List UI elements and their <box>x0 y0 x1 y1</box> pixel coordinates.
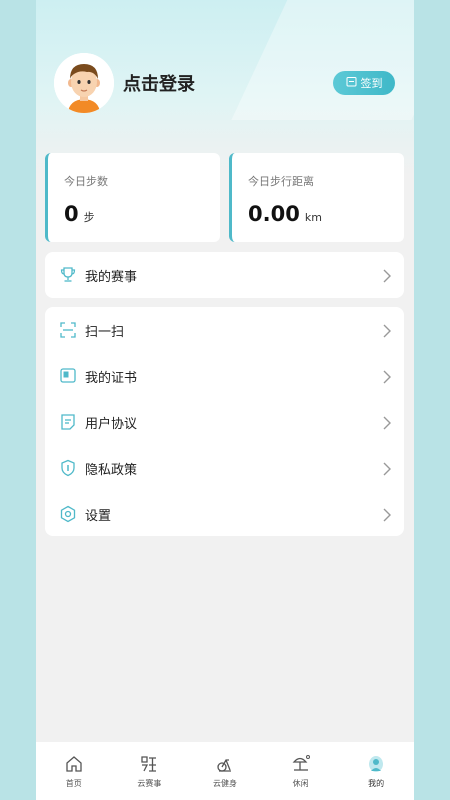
steps-label: 今日步数 <box>64 175 108 188</box>
bottom-tab-bar: 首页 云赛事 云健身 休闲 我的 <box>36 742 414 800</box>
tab-home[interactable]: 首页 <box>36 742 112 800</box>
settings-label: 设置 <box>85 508 112 524</box>
steps-value: 0 <box>64 202 79 226</box>
certificate-label: 我的证书 <box>85 370 138 386</box>
chevron-right-icon <box>382 507 392 522</box>
tab-leisure-label: 休闲 <box>292 779 309 788</box>
steps-card: 今日步数 0 步 <box>45 153 220 242</box>
menu-item-scan[interactable]: 扫一扫 <box>45 307 404 353</box>
profile-icon <box>365 753 387 775</box>
signin-button[interactable]: 签到 <box>333 71 395 95</box>
menu-item-races[interactable]: 我的赛事 <box>45 252 404 298</box>
trophy-icon <box>59 266 77 284</box>
login-link[interactable]: 点击登录 <box>123 70 195 96</box>
scan-icon <box>59 321 77 339</box>
steps-unit: 步 <box>83 211 95 224</box>
distance-unit: km <box>304 211 322 224</box>
bike-icon <box>214 753 236 775</box>
gear-icon <box>59 505 77 523</box>
distance-label: 今日步行距离 <box>248 175 314 188</box>
chevron-right-icon <box>382 323 392 338</box>
privacy-label: 隐私政策 <box>85 462 138 478</box>
phone-screen: 点击登录 签到 今日步数 0 步 今日步行距离 0.00 km 我的赛事 扫一扫… <box>36 0 414 800</box>
tab-profile[interactable]: 我的 <box>338 742 414 800</box>
chevron-right-icon <box>382 268 392 283</box>
home-icon <box>63 753 85 775</box>
tab-races-label: 云赛事 <box>137 779 162 788</box>
shield-icon <box>59 459 77 477</box>
menu-item-settings[interactable]: 设置 <box>45 491 404 537</box>
races-card: 我的赛事 <box>45 252 404 298</box>
signin-label: 签到 <box>360 77 383 90</box>
avatar[interactable] <box>54 53 114 113</box>
menu-item-agreement[interactable]: 用户协议 <box>45 399 404 445</box>
tab-fitness-label: 云健身 <box>212 779 237 788</box>
tab-races[interactable]: 云赛事 <box>112 742 188 800</box>
menu-item-certificate[interactable]: 我的证书 <box>45 353 404 399</box>
menu-item-privacy[interactable]: 隐私政策 <box>45 445 404 491</box>
tab-profile-label: 我的 <box>368 779 385 788</box>
header-decoration <box>231 0 414 120</box>
certificate-icon <box>59 367 77 385</box>
chevron-right-icon <box>382 461 392 476</box>
races-label: 我的赛事 <box>85 269 138 285</box>
agreement-icon <box>59 413 77 431</box>
race-icon <box>138 753 160 775</box>
chevron-right-icon <box>382 415 392 430</box>
agreement-label: 用户协议 <box>85 416 138 432</box>
distance-value: 0.00 <box>248 202 300 226</box>
leisure-icon <box>290 753 312 775</box>
calendar-icon <box>346 76 357 90</box>
menu-card: 扫一扫 我的证书 用户协议 隐私政策 设置 <box>45 307 404 536</box>
distance-card: 今日步行距离 0.00 km <box>229 153 404 242</box>
tab-home-label: 首页 <box>65 779 82 788</box>
tab-fitness[interactable]: 云健身 <box>187 742 263 800</box>
tab-leisure[interactable]: 休闲 <box>263 742 339 800</box>
scan-label: 扫一扫 <box>85 324 125 340</box>
chevron-right-icon <box>382 369 392 384</box>
